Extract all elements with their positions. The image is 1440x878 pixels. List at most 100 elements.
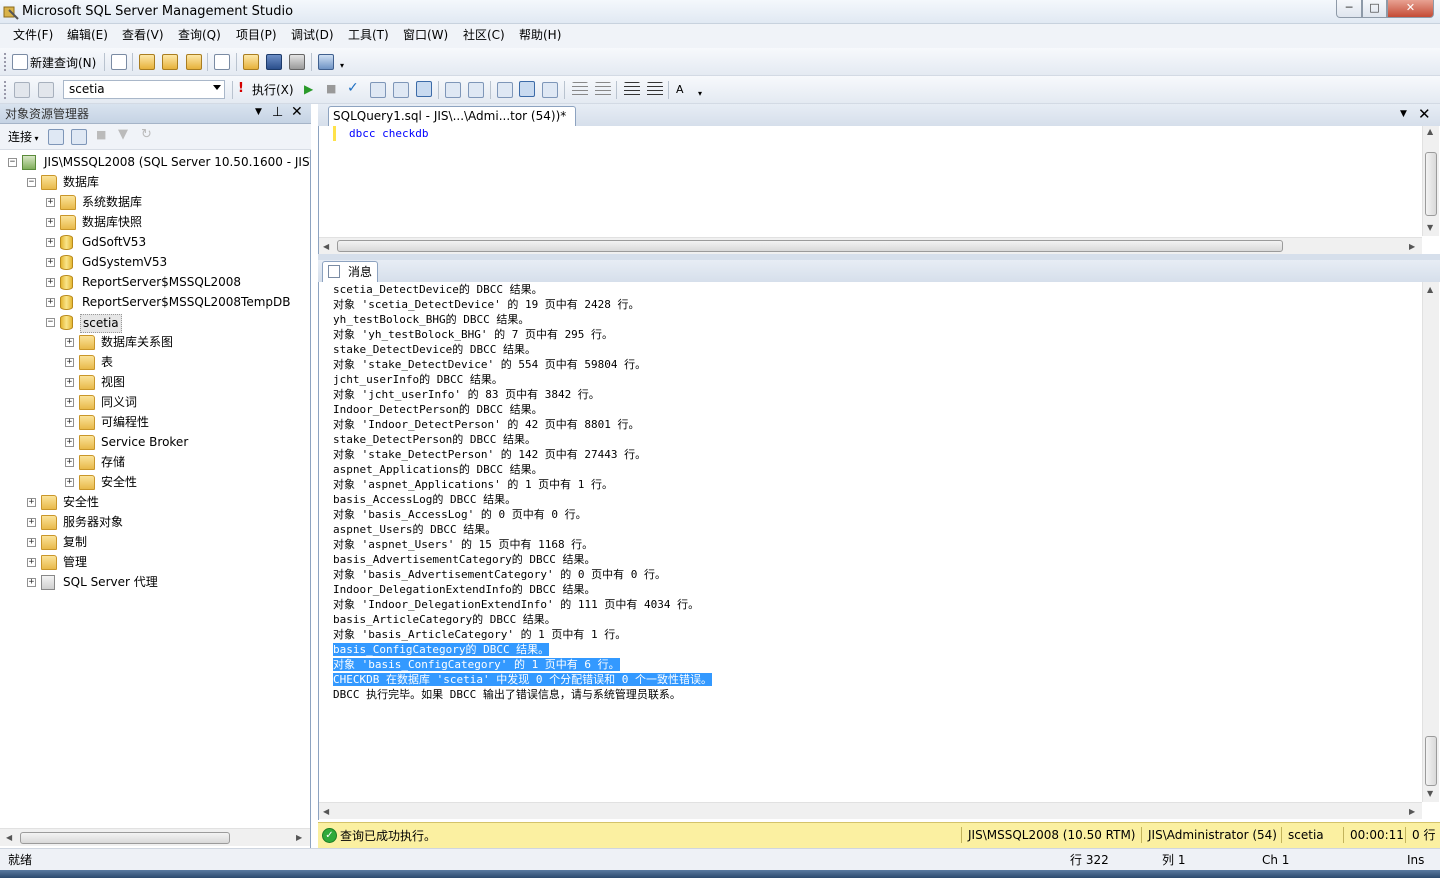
disconnect-icon[interactable] [71,129,87,145]
tree-node[interactable]: − JIS\MSSQL2008 (SQL Server 10.50.1600 - … [0,153,310,173]
results-to-text-icon[interactable] [497,82,513,98]
expand-icon[interactable]: + [27,498,36,507]
editor-vscrollbar[interactable]: ▲ ▼ [1422,126,1439,236]
tree-node-label[interactable]: 视图 [99,374,127,391]
tree-node-label[interactable]: JIS\MSSQL2008 (SQL Server 10.50.1600 - J… [42,154,310,171]
expand-icon[interactable]: + [46,198,55,207]
tab-list-icon[interactable]: ▼ [1400,109,1407,119]
expand-icon[interactable]: + [65,418,74,427]
minimize-button[interactable]: ─ [1336,0,1362,18]
tree-node-label[interactable]: 数据库关系图 [99,334,175,351]
query-designer-icon[interactable] [393,82,409,98]
menu-debug[interactable]: 调试(D) [289,27,336,44]
results-grid-toggle-icon[interactable] [519,81,535,97]
new-query-button[interactable]: 新建查询(N) [30,55,96,71]
toolbar-overflow-icon[interactable]: ▾ [698,86,702,102]
scroll-left-icon[interactable]: ◀ [323,808,329,816]
maximize-button[interactable]: □ [1362,0,1387,18]
print-icon[interactable] [289,54,305,70]
tree-node[interactable]: + 系统数据库 [0,193,310,213]
tree-node-label[interactable]: ReportServer$MSSQL2008TempDB [80,294,292,311]
tab-sqlquery1[interactable]: SQLQuery1.sql - JIS\...\Admi...tor (54))… [328,106,576,126]
refresh-icon[interactable]: ↻ [141,127,152,142]
expand-icon[interactable]: + [65,398,74,407]
expand-icon[interactable]: + [65,338,74,347]
tree-node[interactable]: + SQL Server 代理 [0,573,310,593]
menu-project[interactable]: 项目(P) [234,27,279,44]
panel-menu-icon[interactable]: ▼ [255,107,262,117]
tab-messages[interactable]: 消息 [322,261,378,282]
scrollbar-thumb[interactable] [1425,152,1437,216]
expand-icon[interactable]: + [27,578,36,587]
expand-icon[interactable]: + [46,238,55,247]
increase-indent-icon[interactable] [647,82,663,98]
toolbar-overflow-icon[interactable]: ▾ [340,58,344,74]
save-icon[interactable] [266,54,282,70]
display-plan-icon[interactable] [370,82,386,98]
tree-node[interactable]: + 服务器对象 [0,513,310,533]
uncomment-lines-icon[interactable] [595,82,611,98]
scroll-down-icon[interactable]: ▼ [1427,224,1433,232]
cancel-query-icon[interactable]: ■ [326,81,336,97]
activity-monitor-icon[interactable] [318,54,334,70]
expand-icon[interactable]: + [46,278,55,287]
menu-query[interactable]: 查询(Q) [176,27,223,44]
close-tab-icon[interactable]: ✕ [1418,105,1431,123]
query-text[interactable]: dbcc checkdb [349,127,428,141]
expand-icon[interactable]: + [27,558,36,567]
tree-node[interactable]: + 存储 [0,453,310,473]
tree-node-label[interactable]: 存储 [99,454,127,471]
tree-node-label[interactable]: GdSystemV53 [80,254,169,271]
expand-icon[interactable]: + [65,438,74,447]
tree-node[interactable]: + GdSystemV53 [0,253,310,273]
analysis-query-icon[interactable] [162,54,178,70]
tree-node-label[interactable]: 管理 [61,554,89,571]
menu-edit[interactable]: 编辑(E) [65,27,110,44]
menu-tools[interactable]: 工具(T) [346,27,391,44]
connect-server-icon[interactable] [48,129,64,145]
scrollbar-thumb[interactable] [20,832,230,844]
tree-node-label[interactable]: scetia [80,314,122,333]
close-panel-icon[interactable]: ✕ [291,104,303,120]
tree-node[interactable]: + 数据库关系图 [0,333,310,353]
include-plan-icon[interactable] [445,82,461,98]
tree-node[interactable]: + 数据库快照 [0,213,310,233]
pin-icon[interactable]: ⊥ [272,105,283,120]
open-file-icon[interactable] [243,54,259,70]
collapse-icon[interactable]: − [8,158,17,167]
comment-lines-icon[interactable] [572,82,588,98]
specify-template-values-icon[interactable]: A [676,82,684,98]
filter-icon[interactable]: ▼ [118,127,128,142]
toolbar-grip[interactable] [4,53,7,71]
parse-check-icon[interactable]: ✓ [347,80,359,96]
change-connection-icon[interactable] [38,82,54,98]
tree-node[interactable]: + 视图 [0,373,310,393]
menu-file[interactable]: 文件(F) [11,27,55,44]
xmla-query-icon[interactable] [214,54,230,70]
menu-help[interactable]: 帮助(H) [517,27,563,44]
tree-node-label[interactable]: 数据库 [61,174,101,191]
messages-vscrollbar[interactable]: ▲ ▼ [1422,282,1439,802]
menu-window[interactable]: 窗口(W) [401,27,450,44]
tree-node-label[interactable]: 服务器对象 [61,514,125,531]
messages-hscrollbar[interactable]: ◀ ▶ [319,802,1422,819]
tree-node-label[interactable]: 安全性 [61,494,101,511]
tree-node-label[interactable]: 复制 [61,534,89,551]
messages-pane[interactable]: scetia_DetectDevice的 DBCC 结果。 对象 'scetia_… [318,282,1440,820]
tree-node[interactable]: − scetia [0,313,310,333]
tree-node[interactable]: + ReportServer$MSSQL2008 [0,273,310,293]
tree-node[interactable]: + 表 [0,353,310,373]
tree-node[interactable]: + 管理 [0,553,310,573]
tree-node-label[interactable]: GdSoftV53 [80,234,148,251]
messages-text[interactable]: scetia_DetectDevice的 DBCC 结果。 对象 'scetia_… [333,282,1393,702]
toolbar-grip[interactable] [4,81,7,99]
expand-icon[interactable]: + [46,258,55,267]
scroll-right-icon[interactable]: ▶ [1409,808,1415,816]
tree-node-label[interactable]: 可编程性 [99,414,151,431]
tree-node[interactable]: + 安全性 [0,493,310,513]
tree-node[interactable]: + 同义词 [0,393,310,413]
scroll-right-icon[interactable]: ▶ [1409,243,1415,251]
object-explorer-hscrollbar[interactable]: ◀ ▶ [0,828,310,846]
tree-node-label[interactable]: 系统数据库 [80,194,144,211]
scrollbar-thumb[interactable] [1425,736,1437,786]
